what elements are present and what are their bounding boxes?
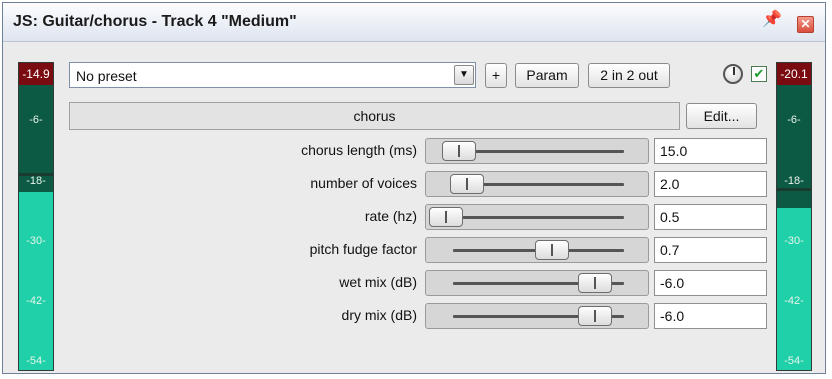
param-label: chorus length (ms) bbox=[301, 142, 417, 158]
output-meter-level bbox=[777, 208, 811, 370]
slider-thumb[interactable] bbox=[578, 273, 612, 293]
slider-thumb[interactable] bbox=[429, 207, 463, 227]
slider-track bbox=[453, 150, 624, 153]
plugin-window: JS: Guitar/chorus - Track 4 "Medium" 📌 ✕… bbox=[2, 2, 826, 374]
routing-button[interactable]: 2 in 2 out bbox=[588, 63, 670, 88]
window-title: JS: Guitar/chorus - Track 4 "Medium" bbox=[13, 13, 297, 30]
input-meter: -14.9 -6- -18- -30- -42- -54- bbox=[18, 62, 54, 371]
input-meter-level bbox=[19, 192, 53, 370]
param-label: wet mix (dB) bbox=[339, 274, 417, 290]
param-slider[interactable] bbox=[425, 237, 649, 263]
plugin-content: -14.9 -6- -18- -30- -42- -54- No preset … bbox=[3, 42, 825, 373]
param-slider[interactable] bbox=[425, 171, 649, 197]
slider-thumb[interactable] bbox=[535, 240, 569, 260]
slider-thumb[interactable] bbox=[442, 141, 476, 161]
param-slider[interactable] bbox=[425, 138, 649, 164]
meter-tick: -18- bbox=[26, 175, 46, 187]
close-icon[interactable]: ✕ bbox=[797, 16, 814, 33]
meter-tick: -54- bbox=[26, 355, 46, 367]
param-label: pitch fudge factor bbox=[309, 241, 417, 257]
meter-tick: -42- bbox=[26, 295, 46, 307]
param-label: rate (hz) bbox=[364, 208, 417, 224]
meter-tick: -18- bbox=[784, 175, 804, 187]
param-value-field[interactable]: 0.7 bbox=[654, 237, 767, 263]
meter-tick: -30- bbox=[26, 235, 46, 247]
output-peak-readout[interactable]: -20.1 bbox=[777, 63, 811, 85]
param-button[interactable]: Param bbox=[515, 63, 579, 88]
meter-tick: -6- bbox=[787, 114, 801, 126]
preset-dropdown[interactable]: No preset ▼ bbox=[69, 62, 476, 88]
preset-value: No preset bbox=[76, 68, 137, 84]
param-slider[interactable] bbox=[425, 204, 649, 230]
meter-tick: -6- bbox=[29, 114, 43, 126]
meter-tick: -30- bbox=[784, 235, 804, 247]
meter-tick: -42- bbox=[784, 295, 804, 307]
param-value-field[interactable]: 15.0 bbox=[654, 138, 767, 164]
param-value-field[interactable]: -6.0 bbox=[654, 270, 767, 296]
param-value-field[interactable]: 0.5 bbox=[654, 204, 767, 230]
meter-tick: -54- bbox=[784, 355, 804, 367]
chevron-down-icon[interactable]: ▼ bbox=[454, 65, 474, 85]
title-bar[interactable]: JS: Guitar/chorus - Track 4 "Medium" 📌 ✕ bbox=[3, 3, 825, 42]
add-preset-button[interactable]: + bbox=[485, 63, 507, 88]
input-peak-readout[interactable]: -14.9 bbox=[19, 63, 53, 85]
plugin-name: chorus bbox=[69, 102, 680, 130]
pin-icon[interactable]: 📌 bbox=[761, 9, 783, 31]
param-value-field[interactable]: -6.0 bbox=[654, 303, 767, 329]
param-label: number of voices bbox=[310, 175, 417, 191]
edit-button[interactable]: Edit... bbox=[686, 103, 757, 129]
bypass-checkbox[interactable]: ✔ bbox=[751, 66, 767, 82]
param-value-field[interactable]: 2.0 bbox=[654, 171, 767, 197]
slider-track bbox=[453, 216, 624, 219]
output-meter-hold-line bbox=[777, 188, 811, 191]
wet-knob-icon[interactable] bbox=[723, 64, 743, 84]
param-label: dry mix (dB) bbox=[341, 307, 417, 323]
slider-thumb[interactable] bbox=[578, 306, 612, 326]
param-slider[interactable] bbox=[425, 303, 649, 329]
slider-thumb[interactable] bbox=[450, 174, 484, 194]
output-meter: -20.1 -6- -18- -30- -42- -54- bbox=[776, 62, 812, 371]
param-slider[interactable] bbox=[425, 270, 649, 296]
